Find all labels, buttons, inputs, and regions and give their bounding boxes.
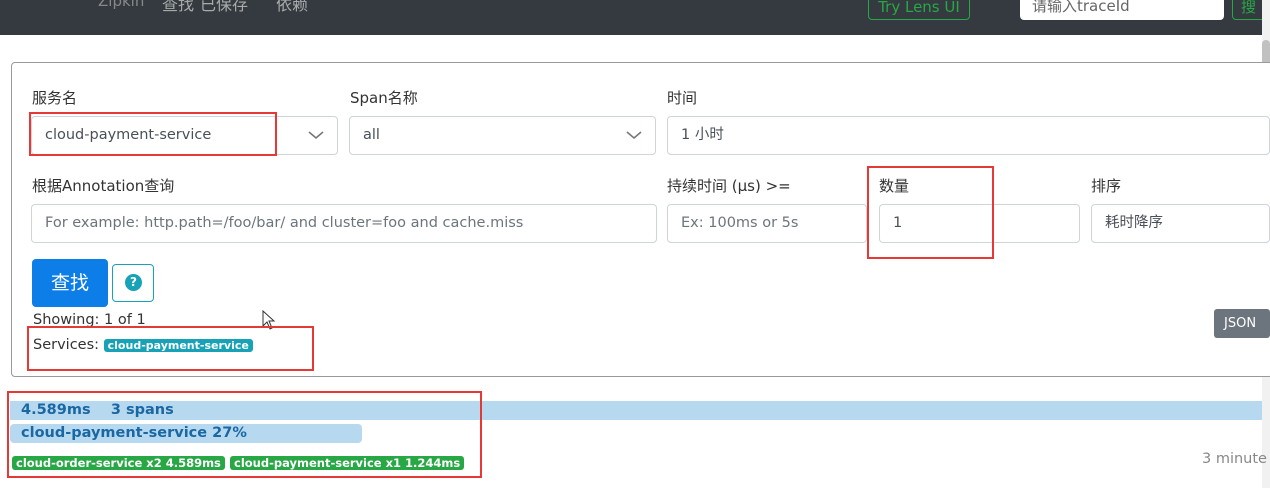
chevron-down-icon [308,131,324,140]
span-name-select[interactable]: all [349,116,656,155]
traceid-go-button[interactable]: 搜 [1232,0,1262,20]
sort-value: 耗时降序 [1105,215,1163,231]
time-range-value: 1 小时 [681,127,724,143]
span-name-label: Span名称 [350,89,418,107]
top-navbar: Zipkin 查找 已保存 依赖 Try Lens UI 请输入traceId … [0,0,1262,35]
annotation-input[interactable]: For example: http.path=/foo/bar/ and clu… [31,204,657,243]
nav-link-dependencies[interactable]: 依赖 [276,0,308,15]
time-label: 时间 [667,89,698,107]
nav-link-saved[interactable]: 已保存 [200,0,248,15]
search-button[interactable]: 查找 [32,259,108,307]
chevron-down-icon [626,131,642,140]
highlight-box-limit [867,166,994,259]
annotation-label: 根据Annotation查询 [32,177,175,195]
try-lens-button[interactable]: Try Lens UI [868,0,970,20]
span-name-value: all [363,127,380,143]
duration-label: 持续时间 (μs) >= [667,177,791,195]
highlight-box-services [27,326,314,371]
sort-select[interactable]: 耗时降序 [1091,204,1270,243]
question-icon: ? [125,274,142,291]
sort-label: 排序 [1091,177,1122,195]
annotation-placeholder: For example: http.path=/foo/bar/ and clu… [45,215,524,231]
duration-placeholder: Ex: 100ms or 5s [681,215,799,231]
duration-input[interactable]: Ex: 100ms or 5s [667,204,867,243]
highlight-box-service [29,112,277,156]
json-button[interactable]: JSON [1214,309,1270,338]
time-range-select[interactable]: 1 小时 [667,116,1270,155]
nav-link-find[interactable]: 查找 [162,0,194,15]
trace-timestamp: 3 minute [1202,451,1267,467]
service-name-label: 服务名 [32,89,78,107]
brand-logo[interactable]: Zipkin [98,0,144,10]
highlight-box-trace [7,391,482,478]
traceid-input[interactable]: 请输入traceId [1020,0,1224,20]
